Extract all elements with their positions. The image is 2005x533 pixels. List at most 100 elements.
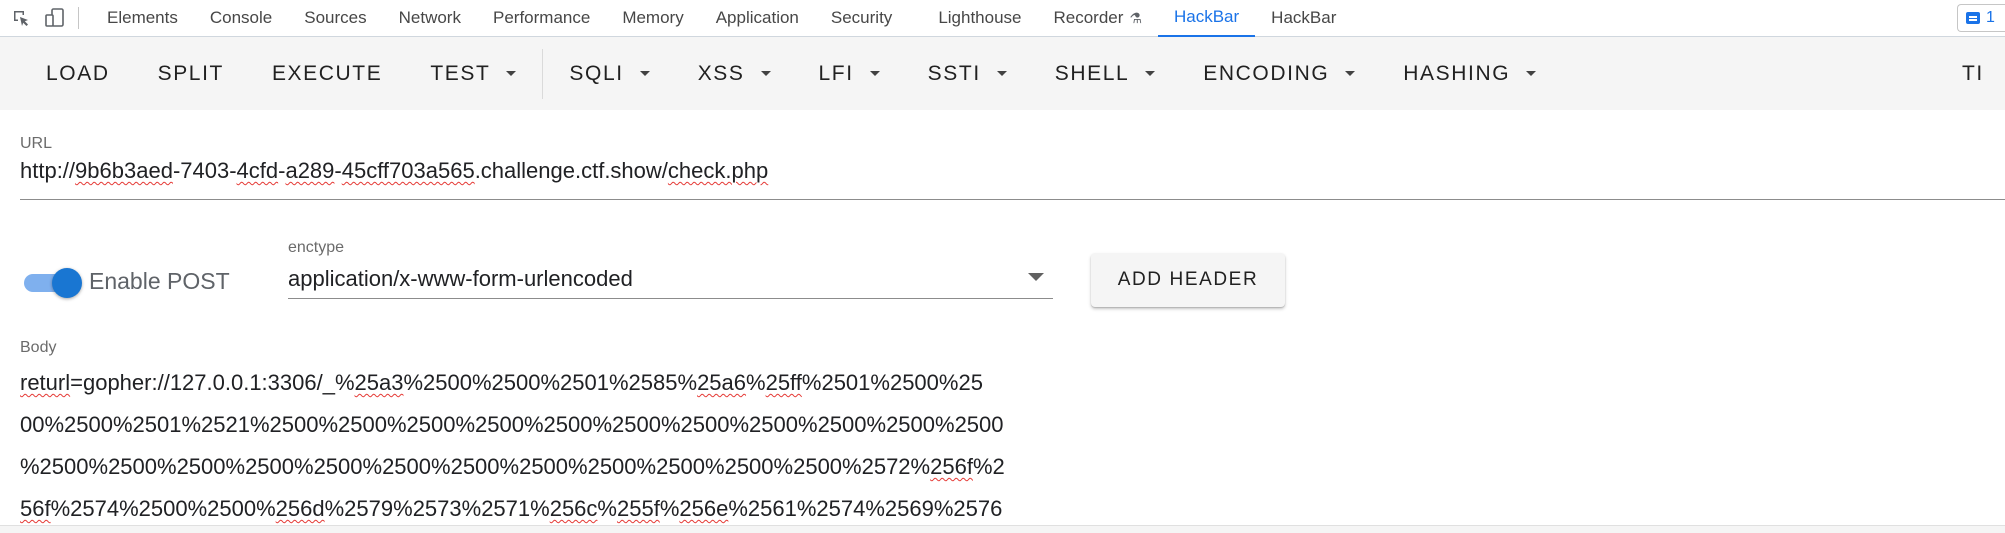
enctype-underline (288, 298, 1053, 299)
body-line: returl=gopher://127.0.0.1:3306/_%25a3%25… (20, 362, 1080, 404)
button-label: SHELL (1054, 61, 1130, 85)
tab-label: Console (209, 8, 273, 27)
overflow-menu-button[interactable]: TI (1962, 50, 1984, 98)
body-text: % (746, 370, 766, 395)
load-button[interactable]: LOAD (22, 50, 134, 98)
tab-application[interactable]: Application (700, 0, 815, 37)
message-icon (1966, 12, 1980, 24)
button-label: ADD HEADER (1117, 269, 1259, 290)
body-text: 56f (20, 496, 51, 521)
body-text: %2500%2500%2501%2585% (403, 370, 698, 395)
tab-hackbar-active[interactable]: HackBar (1157, 0, 1256, 37)
url-text: - (334, 158, 342, 183)
tab-label: Network (398, 8, 461, 27)
tab-label: Lighthouse (938, 8, 1022, 27)
tab-console[interactable]: Console (194, 0, 288, 37)
button-label: HASHING (1403, 61, 1511, 85)
url-text: check.php (667, 158, 769, 183)
button-label: SQLI (569, 61, 624, 85)
tab-network[interactable]: Network (383, 0, 477, 37)
caret-down-icon (1145, 71, 1156, 76)
button-label: XSS (697, 61, 745, 85)
body-text: %2579%2573%2571% (324, 496, 550, 521)
enable-post-toggle[interactable] (22, 266, 82, 298)
dropdown-arrow-icon[interactable] (1028, 273, 1044, 281)
body-line: 56f%2574%2500%2500%256d%2579%2573%2571% 2… (20, 488, 1080, 530)
body-text: 255f (616, 496, 660, 521)
enable-post-label: Enable POST (89, 268, 230, 294)
sqli-menu-button[interactable]: SQLI (545, 50, 673, 98)
tab-memory[interactable]: Memory (606, 0, 699, 37)
encoding-menu-button[interactable]: ENCODING (1179, 50, 1379, 98)
button-label: LOAD (46, 61, 110, 85)
body-text: %2 (972, 454, 1005, 479)
body-text: 256d (275, 496, 325, 521)
devtools-tab-bar: Elements Console Sources Network Perform… (0, 0, 2005, 37)
url-text: http:// (20, 158, 76, 183)
toggle-thumb (52, 268, 82, 298)
tab-label: Application (715, 8, 799, 27)
tab-hackbar[interactable]: HackBar (1255, 0, 1352, 37)
tab-label: Memory (622, 8, 684, 27)
button-label: ENCODING (1203, 61, 1330, 85)
hashing-menu-button[interactable]: HASHING (1379, 50, 1560, 98)
tab-label: Sources (304, 8, 367, 27)
button-label: EXECUTE (271, 61, 383, 85)
device-toolbar-icon[interactable] (42, 5, 68, 31)
split-button[interactable]: SPLIT (134, 50, 248, 98)
toolbar-divider (542, 48, 544, 99)
enctype-select[interactable]: application/x-www-form-urlencoded (288, 266, 633, 292)
body-text: %2501%2500%25 (801, 370, 983, 395)
caret-down-icon (996, 71, 1007, 76)
caret-down-icon (506, 71, 517, 76)
body-text: %2500%2500%2500%2500%2500%2500%2500%2500… (20, 454, 931, 479)
tab-recorder[interactable]: Recorder ⚗ (1038, 0, 1158, 37)
tab-label: Security (830, 8, 893, 27)
tab-label: Elements (107, 8, 178, 27)
button-label: LFI (818, 61, 854, 85)
tab-label: Performance (492, 8, 591, 27)
body-text: % (659, 496, 680, 521)
body-text: 25a3 (354, 370, 404, 395)
caret-down-icon (869, 71, 880, 76)
url-text: 9b6b3aed (75, 158, 173, 183)
xss-menu-button[interactable]: XSS (674, 50, 795, 98)
enctype-label: enctype (288, 239, 345, 256)
body-line: %2500%2500%2500%2500%2500%2500%2500%2500… (20, 446, 1080, 488)
body-text: =gopher://127.0.0.1:3306/_% (70, 370, 355, 395)
lfi-menu-button[interactable]: LFI (795, 50, 904, 98)
tab-sources[interactable]: Sources (288, 0, 382, 37)
tab-label: HackBar (1173, 7, 1240, 26)
hackbar-toolbar: LOAD SPLIT EXECUTE TEST SQLI XSS LFI SST… (0, 37, 2005, 110)
tab-security[interactable]: Security (815, 0, 922, 37)
issues-count: 1 (1986, 9, 1995, 26)
button-label: SSTI (927, 61, 981, 85)
body-line: 00%2500%2501%2521%2500%2500%2500%2500%25… (20, 404, 1080, 446)
ssti-menu-button[interactable]: SSTI (904, 50, 1031, 98)
button-label: TEST (430, 61, 491, 85)
body-label: Body (20, 339, 57, 356)
tab-label: Recorder (1053, 8, 1124, 27)
body-text: %2574%2500%2500% (50, 496, 276, 521)
shell-menu-button[interactable]: SHELL (1031, 50, 1180, 98)
inspect-element-icon[interactable] (8, 5, 34, 31)
button-label: TI (1962, 61, 1984, 85)
add-header-button[interactable]: ADD HEADER (1091, 253, 1285, 307)
test-menu-button[interactable]: TEST (406, 50, 540, 98)
tab-label: HackBar (1271, 8, 1337, 27)
tab-performance[interactable]: Performance (477, 0, 606, 37)
execute-button[interactable]: EXECUTE (248, 50, 406, 98)
caret-down-icon (760, 71, 771, 76)
tab-lighthouse[interactable]: Lighthouse (922, 0, 1037, 37)
tab-elements[interactable]: Elements (91, 0, 194, 37)
body-textarea[interactable]: returl=gopher://127.0.0.1:3306/_%25a3%25… (20, 362, 1080, 530)
url-text: -7403- (172, 158, 237, 183)
url-input[interactable]: http://9b6b3aed-7403-4cfd-a289-45cff703a… (20, 158, 768, 184)
body-text: 25ff (765, 370, 802, 395)
issues-counter[interactable]: 1 (1957, 4, 2005, 32)
caret-down-icon (1345, 71, 1356, 76)
body-text: %2561%2574%2569%2576 (728, 496, 1003, 521)
caret-down-icon (639, 71, 650, 76)
toolbar-divider (78, 7, 79, 29)
body-text: 256e (679, 496, 729, 521)
